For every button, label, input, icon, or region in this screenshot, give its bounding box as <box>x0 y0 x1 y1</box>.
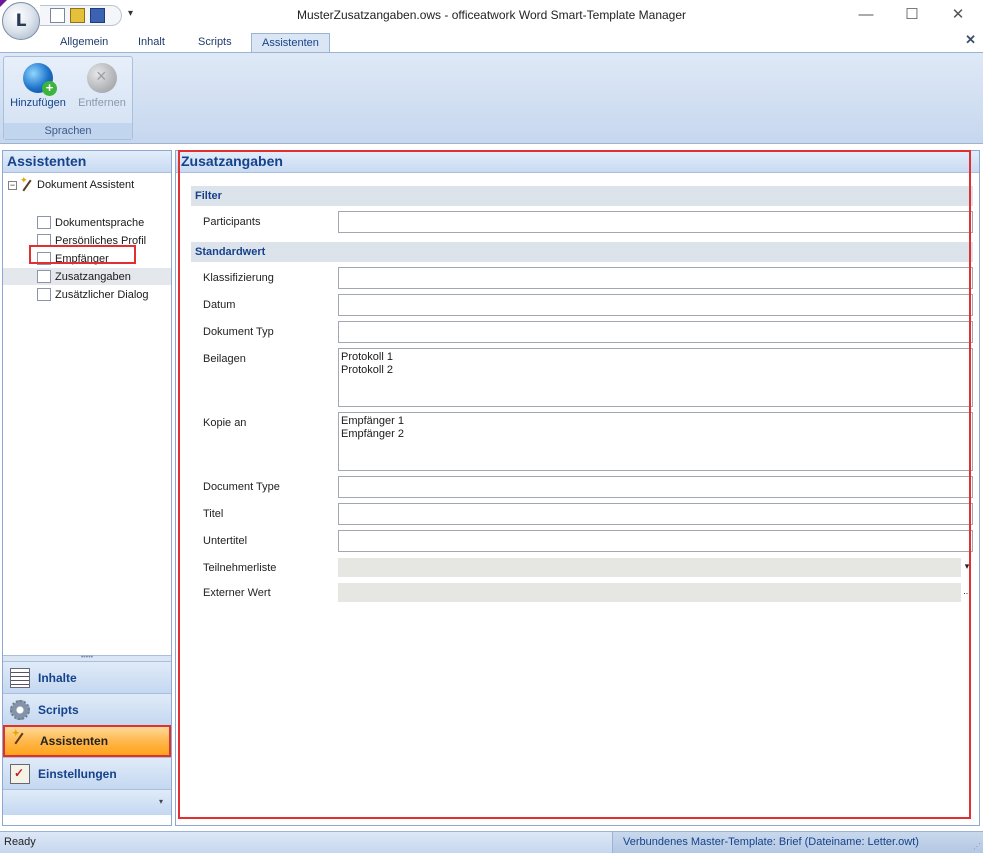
tree-item-dokumentsprache[interactable]: Dokumentsprache <box>37 214 173 231</box>
externer-wert-label: Externer Wert <box>203 587 271 599</box>
kopie-an-line: Empfänger 1 <box>341 415 404 427</box>
resize-grip-icon[interactable]: ⋰ <box>973 842 981 851</box>
tree-item-zusaetzlicher-dialog[interactable]: Zusätzlicher Dialog <box>37 286 173 303</box>
titel-label: Titel <box>203 508 224 520</box>
beilagen-line: Protokoll 1 <box>341 351 393 363</box>
clipboard-check-icon <box>10 763 30 784</box>
nav-label: Scripts <box>38 702 79 717</box>
titel-input[interactable] <box>338 503 973 525</box>
nav-button-einstellungen[interactable]: Einstellungen <box>3 757 171 789</box>
teilnehmerliste-dropdown[interactable]: ▾ <box>338 558 973 577</box>
beilagen-line: Protokoll 2 <box>341 364 393 376</box>
globe-add-icon <box>23 63 57 96</box>
document-type-input[interactable] <box>338 476 973 498</box>
tab-assistenten[interactable]: Assistenten <box>251 33 330 52</box>
beilagen-label: Beilagen <box>203 353 246 365</box>
datum-input[interactable] <box>338 294 973 316</box>
participants-input[interactable] <box>338 211 973 233</box>
tree-item-label: Dokumentsprache <box>55 216 145 229</box>
nav-label: Einstellungen <box>38 766 117 781</box>
page-icon <box>37 288 51 301</box>
dokument-typ-input[interactable] <box>338 321 973 343</box>
ribbon-tab-row: Allgemein Inhalt Scripts Assistenten ✕ <box>0 30 983 52</box>
ribbon-group-label: Sprachen <box>4 123 132 139</box>
tree-item-label: Zusatzangaben <box>55 270 131 283</box>
tab-inhalt[interactable]: Inhalt <box>128 33 175 52</box>
status-bar: Ready Verbundenes Master-Template: Brief… <box>0 831 983 853</box>
tab-allgemein[interactable]: Allgemein <box>50 33 118 52</box>
section-standardwert: Standardwert <box>191 242 973 262</box>
add-language-button[interactable]: Hinzufügen <box>7 61 69 117</box>
tab-scripts[interactable]: Scripts <box>188 33 242 52</box>
teilnehmerliste-label: Teilnehmerliste <box>203 562 277 574</box>
minimize-button[interactable]: — <box>843 4 889 26</box>
nav-label: Assistenten <box>40 734 109 748</box>
connected-template-status: Verbundenes Master-Template: Brief (Date… <box>612 832 983 853</box>
tree-item-label: Zusätzlicher Dialog <box>55 288 149 301</box>
page-icon <box>37 216 51 229</box>
page-title: Zusatzangaben <box>176 151 979 173</box>
browse-button[interactable]: ... <box>961 583 973 602</box>
collapse-icon[interactable]: − <box>8 180 17 190</box>
nav-pane-options[interactable]: ▾ <box>3 789 171 815</box>
ribbon-close-icon[interactable]: ✕ <box>965 32 976 48</box>
nav-button-scripts[interactable]: Scripts <box>3 693 171 725</box>
page-icon <box>37 270 51 283</box>
tree-root-dokument-assistent[interactable]: − Dokument Assistent <box>8 175 135 192</box>
datum-label: Datum <box>203 299 236 311</box>
beilagen-textarea[interactable]: Protokoll 1 Protokoll 2 <box>338 348 973 407</box>
left-panel-title: Assistenten <box>3 151 171 173</box>
chevron-down-icon[interactable]: ▾ <box>961 558 973 577</box>
close-button[interactable]: ✕ <box>935 4 981 26</box>
remove-language-label: Entfernen <box>78 97 126 109</box>
klassifizierung-input[interactable] <box>338 267 973 289</box>
tree-root-label: Dokument Assistent <box>37 179 135 191</box>
tree-selection-highlight <box>29 245 136 264</box>
window-title: MusterZusatzangaben.ows - officeatwork W… <box>296 8 687 22</box>
dokument-typ-label: Dokument Typ <box>203 326 274 338</box>
kopie-an-line: Empfänger 2 <box>341 428 404 440</box>
externer-wert-field[interactable]: ... <box>338 583 973 602</box>
remove-language-button[interactable]: Entfernen <box>71 61 133 117</box>
nav-button-assistenten[interactable]: Assistenten <box>3 725 171 757</box>
section-filter: Filter <box>191 186 973 206</box>
klassifizierung-label: Klassifizierung <box>203 272 274 284</box>
nav-label: Inhalte <box>38 670 77 685</box>
kopie-an-textarea[interactable]: Empfänger 1 Empfänger 2 <box>338 412 973 471</box>
wand-icon <box>20 175 34 192</box>
mouse-cursor-icon <box>0 0 7 7</box>
ribbon-group-sprachen: Hinzufügen Entfernen Sprachen <box>3 56 133 140</box>
chevron-down-icon[interactable]: ▾ <box>159 797 163 806</box>
maximize-button[interactable]: ☐ <box>889 4 935 26</box>
tree-item-zusatzangaben[interactable]: Zusatzangaben <box>3 268 171 285</box>
document-list-icon <box>10 667 30 688</box>
globe-remove-icon <box>87 63 117 93</box>
gear-icon <box>10 699 30 720</box>
untertitel-label: Untertitel <box>203 535 248 547</box>
app-logo-letter: L <box>15 11 27 31</box>
untertitel-input[interactable] <box>338 530 973 552</box>
add-language-label: Hinzufügen <box>10 97 66 109</box>
nav-button-inhalte[interactable]: Inhalte <box>3 661 171 693</box>
main-panel: Zusatzangaben Filter Participants Standa… <box>175 150 980 826</box>
status-text: Ready <box>4 836 36 848</box>
wand-icon <box>12 728 32 751</box>
title-bar: L ▾ MusterZusatzangaben.ows - officeatwo… <box>0 0 983 40</box>
document-type-label: Document Type <box>203 481 280 493</box>
ribbon-panel: Hinzufügen Entfernen Sprachen <box>0 52 983 144</box>
application-menu-button[interactable]: L <box>2 2 40 40</box>
participants-label: Participants <box>203 216 261 228</box>
kopie-an-label: Kopie an <box>203 417 247 429</box>
